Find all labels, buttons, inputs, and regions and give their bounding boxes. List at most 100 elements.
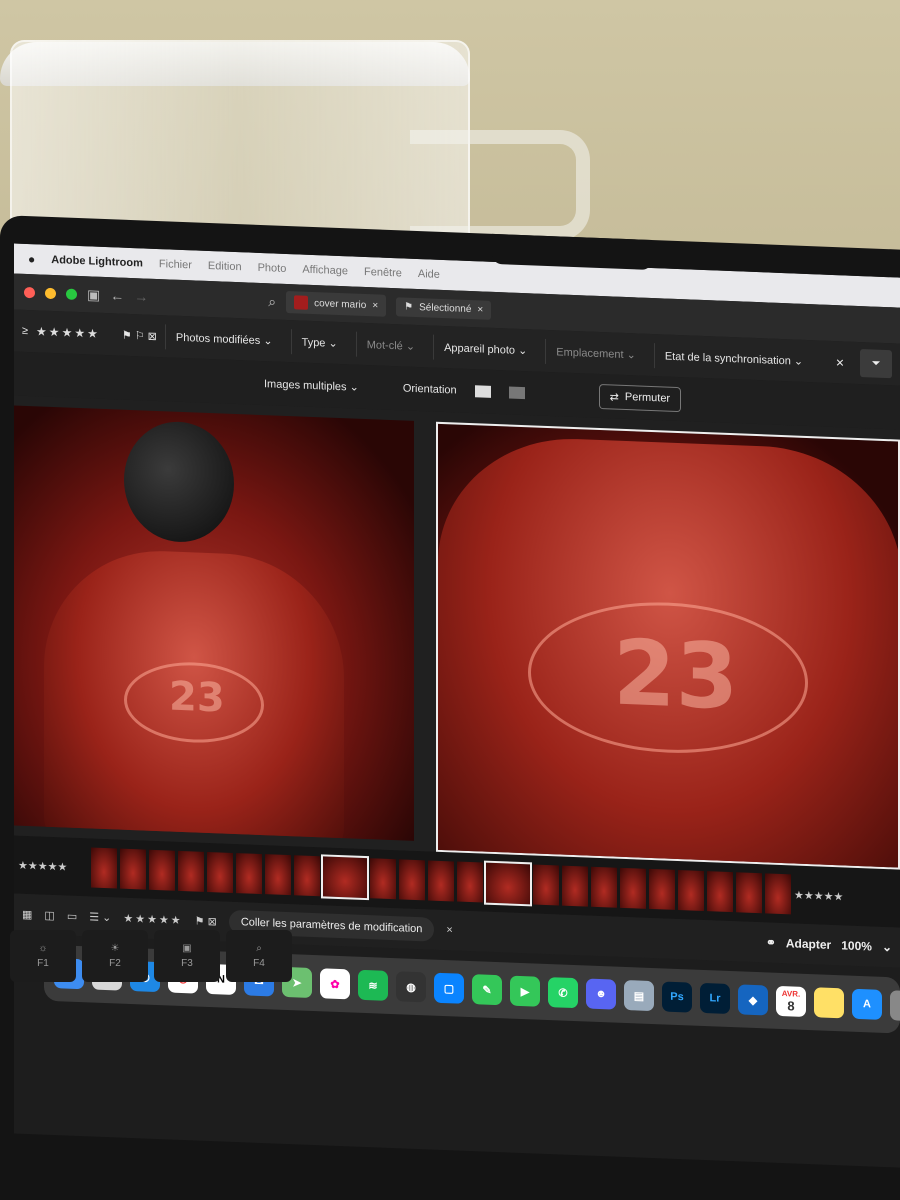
- filter-synchronisation[interactable]: Etat de la synchronisation ⌄: [653, 342, 814, 374]
- photo-right[interactable]: 23: [436, 421, 900, 870]
- right-photo-stars[interactable]: ★★★★★: [794, 888, 864, 904]
- stacked-icon[interactable]: [508, 386, 525, 400]
- emblem-number: 23: [169, 673, 225, 722]
- filmstrip-thumb[interactable]: [120, 848, 146, 890]
- filter-type[interactable]: Type ⌄: [290, 328, 348, 356]
- bottom-flag-icons[interactable]: ⚑ ⊠: [195, 914, 217, 928]
- rating-filter-stars[interactable]: ★★★★★: [36, 324, 100, 340]
- filter-emplacement[interactable]: Emplacement ⌄: [545, 338, 646, 368]
- filter-funnel-icon[interactable]: ⏷: [860, 349, 892, 379]
- grid-view-icon[interactable]: ▦: [22, 907, 32, 920]
- calendar-day: 8: [787, 998, 795, 1014]
- camera-notch: [492, 233, 652, 271]
- keyboard: ☼ F1 ☀ F2 ▣ F3 ⌕ F4: [0, 930, 900, 990]
- laptop: ● Adobe Lightroom Fichier Edition Photo …: [0, 215, 900, 1200]
- left-photo-stars[interactable]: ★★★★★: [18, 858, 88, 874]
- remove-search-tag-icon[interactable]: ×: [372, 300, 378, 311]
- f4-label: F4: [253, 958, 265, 969]
- menu-affichage[interactable]: Affichage: [302, 264, 348, 278]
- flag-tag-pill[interactable]: ⚑ Sélectionné ×: [396, 296, 492, 320]
- filmstrip-thumb[interactable]: [562, 865, 588, 907]
- swap-icon: ⇄: [609, 390, 619, 404]
- filmstrip-thumb[interactable]: [736, 872, 762, 914]
- orientation-label: Orientation: [402, 382, 457, 397]
- loupe-view-icon[interactable]: ▭: [67, 909, 77, 922]
- forward-arrow-icon[interactable]: →: [134, 288, 148, 305]
- search-icon[interactable]: ⌕: [268, 293, 276, 310]
- filmstrip-thumb[interactable]: [428, 860, 454, 902]
- search-tag-pill[interactable]: cover mario ×: [286, 290, 387, 317]
- swap-button[interactable]: ⇄ Permuter: [598, 383, 682, 412]
- back-arrow-icon[interactable]: ←: [110, 287, 124, 304]
- filmstrip-thumb[interactable]: [457, 861, 483, 903]
- filmstrip-thumb[interactable]: [265, 854, 291, 896]
- menu-photo[interactable]: Photo: [258, 262, 287, 275]
- close-window-button[interactable]: [24, 286, 35, 298]
- filmstrip-thumb[interactable]: [678, 870, 704, 912]
- filter-photos-modifiees-label: Photos modifiées: [175, 331, 261, 347]
- filmstrip-thumb[interactable]: [91, 847, 117, 889]
- mission-control-icon: ▣: [182, 943, 192, 954]
- minimize-window-button[interactable]: [45, 287, 56, 299]
- settings-icon[interactable]: ⚙: [890, 990, 900, 1022]
- side-by-side-icon[interactable]: [474, 385, 491, 398]
- f2-key[interactable]: ☀ F2: [82, 930, 148, 982]
- menu-aide[interactable]: Aide: [418, 268, 440, 281]
- filmstrip-thumb[interactable]: [533, 864, 559, 906]
- filmstrip-thumb[interactable]: [207, 851, 233, 893]
- f4-key[interactable]: ⌕ F4: [226, 930, 292, 982]
- menu-edition[interactable]: Edition: [208, 260, 242, 273]
- filmstrip-thumb[interactable]: [707, 871, 733, 913]
- filmstrip-thumb-selected[interactable]: [484, 860, 532, 907]
- images-multiples-label: Images multiples: [264, 377, 347, 393]
- filmstrip-thumb[interactable]: [149, 849, 175, 891]
- pitcher-handle: [410, 130, 590, 240]
- filter-photos-modifiees[interactable]: Photos modifiées ⌄: [164, 323, 283, 354]
- filmstrip-thumb[interactable]: [591, 866, 617, 908]
- flag-tag-label: Sélectionné: [419, 301, 472, 315]
- f3-key[interactable]: ▣ F3: [154, 930, 220, 982]
- compare-view-icon[interactable]: ◫: [44, 908, 54, 921]
- filmstrip-thumb[interactable]: [765, 873, 791, 915]
- filmstrip-thumb-selected[interactable]: [321, 854, 369, 901]
- appstore-icon[interactable]: A: [852, 988, 882, 1020]
- filter-appareil-photo[interactable]: Appareil photo ⌄: [433, 334, 538, 364]
- filmstrip-thumb[interactable]: [649, 868, 675, 910]
- calendar-icon[interactable]: AVR. 8: [776, 985, 806, 1017]
- person-head: [124, 419, 234, 544]
- remove-flag-tag-icon[interactable]: ×: [477, 304, 483, 315]
- notes-icon[interactable]: [814, 987, 844, 1019]
- app-name[interactable]: Adobe Lightroom: [51, 254, 143, 270]
- f1-key[interactable]: ☼ F1: [10, 930, 76, 982]
- filmstrip-thumb[interactable]: [370, 858, 396, 900]
- filter-emplacement-label: Emplacement: [556, 345, 624, 361]
- f2-label: F2: [109, 958, 121, 969]
- flag-icon: ⚑: [404, 301, 414, 313]
- filmstrip-thumb[interactable]: [399, 859, 425, 901]
- menu-fichier[interactable]: Fichier: [159, 258, 192, 271]
- filmstrip-thumb[interactable]: [620, 867, 646, 909]
- flag-filter-icons[interactable]: ⚑ ⚐ ⊠: [122, 328, 157, 342]
- rating-operator[interactable]: ≥: [22, 325, 28, 337]
- filter-synchronisation-label: Etat de la synchronisation: [664, 350, 791, 367]
- calendar-month: AVR.: [781, 989, 801, 999]
- zoom-window-button[interactable]: [66, 288, 77, 300]
- emblem-number-closeup: 23: [613, 620, 739, 731]
- menu-fenetre[interactable]: Fenêtre: [364, 266, 402, 279]
- sidebar-toggle-icon[interactable]: ▣: [87, 286, 100, 304]
- photo-left[interactable]: 23: [14, 405, 414, 841]
- filmstrip-thumb[interactable]: [236, 853, 262, 895]
- bottom-stars[interactable]: ★★★★★: [123, 911, 182, 926]
- filter-mot-cle-label: Mot-clé: [366, 338, 403, 352]
- apple-icon[interactable]: ●: [28, 252, 35, 266]
- filter-appareil-photo-label: Appareil photo: [444, 341, 516, 357]
- sort-icon[interactable]: ☰ ⌄: [89, 910, 111, 924]
- compare-view: 23 23: [14, 395, 900, 870]
- filter-mot-cle[interactable]: Mot-clé ⌄: [355, 331, 426, 359]
- filmstrip-thumb[interactable]: [178, 850, 204, 892]
- filmstrip-thumb[interactable]: [294, 855, 320, 897]
- pitcher: [10, 40, 470, 240]
- images-multiples-dropdown[interactable]: Images multiples ⌄: [264, 377, 359, 394]
- clear-filters-icon[interactable]: ×: [828, 354, 852, 371]
- search-tag-label: cover mario: [314, 297, 367, 311]
